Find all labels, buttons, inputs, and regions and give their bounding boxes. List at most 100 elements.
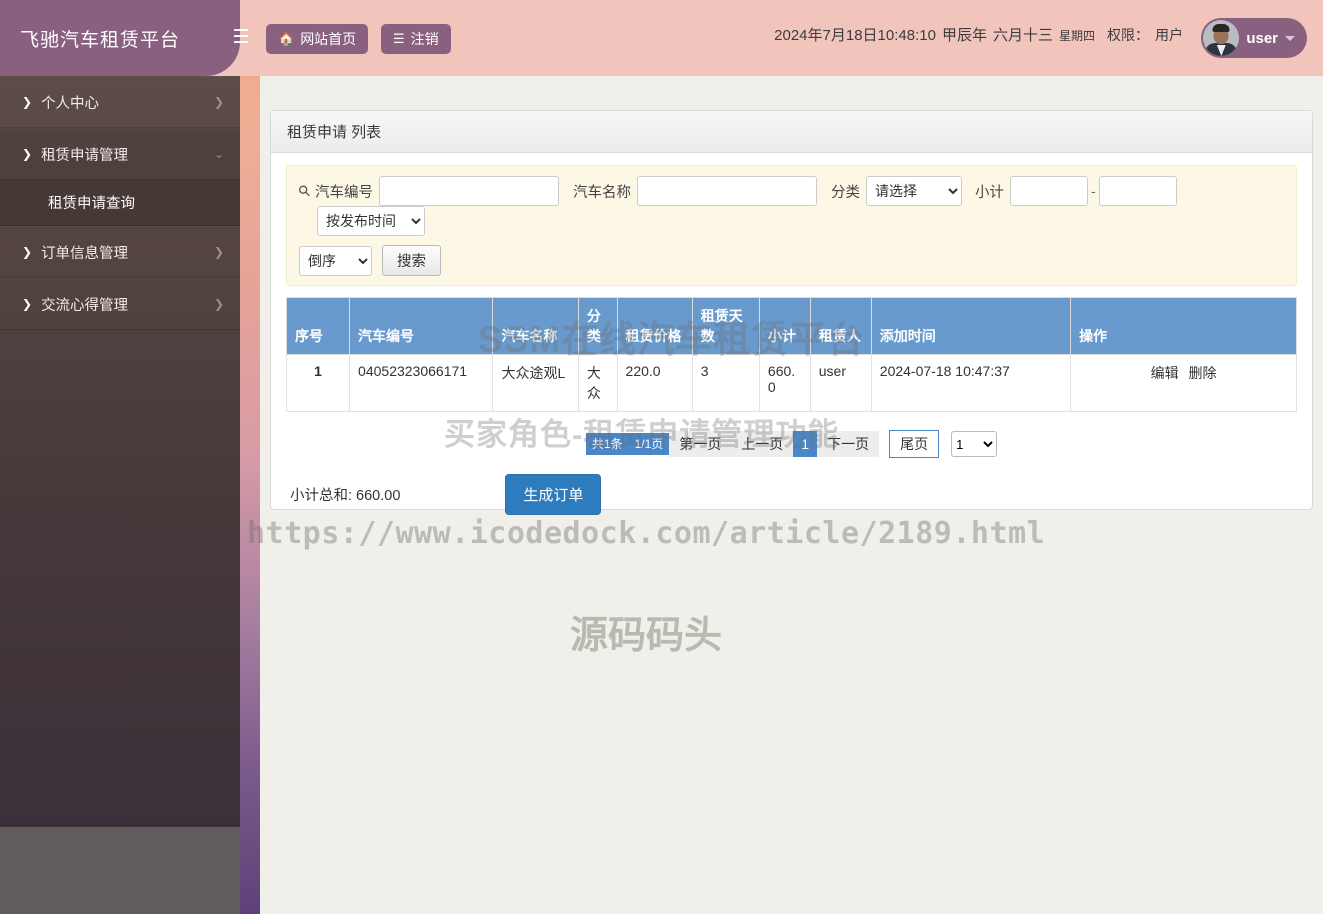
sidebar-item-label: 订单信息管理	[41, 245, 129, 262]
pagination-page-indicator: 1/1页	[628, 433, 670, 455]
home-button-label: 网站首页	[300, 31, 357, 47]
column-header-renter: 租赁人	[809, 297, 872, 355]
top-header-bar: 飞驰汽车租赁平台 ☰ 🏠 网站首页 ☰ 注销 2024年7月18日10:48:1…	[0, 0, 1323, 76]
rental-application-table: 序号 汽车编号 汽车名称 分类 租赁价格 租赁天数 小计 租赁人 添加时间 操作	[285, 297, 1297, 412]
sidebar-footer-block	[0, 827, 240, 914]
header-datetime: 2024年7月18日10:48:10	[774, 27, 936, 44]
edit-link[interactable]: 编辑	[1151, 365, 1179, 381]
pagination-last[interactable]: 尾页	[889, 430, 940, 458]
pagination-next[interactable]: 下一页	[817, 431, 880, 457]
cell-car-no: 04052323066171	[349, 354, 494, 412]
header-role-label: 权限：	[1107, 27, 1149, 43]
cell-category: 大众	[577, 354, 618, 412]
car-no-label: 汽车编号	[315, 184, 373, 201]
cell-price: 220.0	[616, 354, 693, 412]
page-title: 租赁申请 列表	[287, 124, 382, 141]
pagination-prev[interactable]: 上一页	[731, 431, 794, 457]
sort-field-select[interactable]: 按发布时间	[317, 206, 425, 236]
chevron-right-icon: ❯	[22, 95, 33, 109]
subtotal-label: 小计	[975, 184, 1004, 201]
sidebar-item-experience-sharing-management[interactable]: ❯ 交流心得管理 ❯	[0, 278, 240, 330]
home-icon: 🏠	[278, 31, 295, 46]
column-header-category: 分类	[577, 297, 618, 355]
search-button[interactable]: 搜索	[382, 245, 441, 276]
category-label: 分类	[831, 184, 860, 201]
column-header-index: 序号	[285, 297, 351, 355]
cell-car-name: 大众途观L	[492, 354, 579, 412]
cell-index: 1	[285, 354, 351, 412]
subtotal-sum-text: 小计总和: 660.00	[290, 488, 401, 504]
sidebar-subitem-rental-application-query[interactable]: 租赁申请查询	[0, 180, 240, 226]
header-ganzhi-year: 甲辰年	[941, 27, 987, 44]
user-name: user	[1246, 29, 1278, 47]
hamburger-icon[interactable]: ☰	[228, 24, 254, 52]
list-icon: ☰	[393, 31, 405, 46]
search-form-row-1: ⚲ 汽车编号 汽车名称 分类 请选择 小计 - 按发布时间	[295, 176, 1284, 236]
cell-add-time: 2024-07-18 10:47:37	[870, 354, 1072, 412]
cell-renter: user	[809, 354, 872, 412]
panel-header: 租赁申请 列表	[271, 111, 1312, 153]
table-header-row: 序号 汽车编号 汽车名称 分类 租赁价格 租赁天数 小计 租赁人 添加时间 操作	[285, 297, 1297, 355]
column-header-add-time: 添加时间	[870, 297, 1072, 355]
table-row: 1 04052323066171 大众途观L 大众 220.0 3 660.0 …	[285, 354, 1297, 412]
range-separator: -	[1091, 183, 1096, 199]
pagination-first[interactable]: 第一页	[669, 431, 732, 457]
logout-button-label: 注销	[410, 31, 439, 47]
cell-days: 3	[691, 354, 760, 412]
sidebar-item-personal-center[interactable]: ❯ 个人中心 ❯	[0, 76, 240, 128]
delete-link[interactable]: 删除	[1189, 365, 1217, 381]
user-menu[interactable]: user	[1201, 18, 1307, 58]
brand-block: 飞驰汽车租赁平台	[0, 0, 240, 76]
summary-row: 小计总和: 660.00 生成订单	[286, 474, 1297, 531]
sidebar-item-label: 个人中心	[41, 95, 100, 112]
chevron-right-icon: ❯	[22, 297, 33, 311]
car-name-label: 汽车名称	[573, 184, 631, 201]
chevron-right-icon: ❯	[22, 147, 33, 161]
avatar	[1203, 20, 1240, 56]
column-header-operation: 操作	[1070, 297, 1297, 355]
sidebar-item-rental-application-management[interactable]: ❯ 租赁申请管理 ⌄	[0, 128, 240, 180]
logout-button[interactable]: ☰ 注销	[381, 24, 451, 54]
column-header-car-no: 汽车编号	[349, 297, 494, 355]
caret-down-icon	[1285, 35, 1295, 41]
cell-operation: 编辑 删除	[1070, 354, 1297, 412]
column-header-subtotal: 小计	[758, 297, 811, 355]
sidebar-item-label: 交流心得管理	[41, 297, 129, 314]
sidebar: ❯ 个人中心 ❯ ❯ 租赁申请管理 ⌄ 租赁申请查询 ❯ 订单信息管理 ❯ ❯ …	[0, 76, 240, 827]
panel-body: ⚲ 汽车编号 汽车名称 分类 请选择 小计 - 按发布时间 倒序 搜索 序号 汽…	[271, 153, 1312, 531]
pagination: 共1条 1/1页 第一页 上一页 1 下一页 尾页 1	[286, 430, 1297, 458]
category-select[interactable]: 请选择	[866, 176, 962, 206]
header-info: 2024年7月18日10:48:10 甲辰年 六月十三 星期四 权限： 用户	[774, 24, 1183, 54]
sidebar-subitem-label: 租赁申请查询	[48, 196, 135, 212]
header-weekday: 星期四	[1058, 29, 1095, 43]
rental-application-panel: 租赁申请 列表 ⚲ 汽车编号 汽车名称 分类 请选择 小计 - 按发布时间 倒序…	[270, 110, 1313, 515]
column-header-price: 租赁价格	[616, 297, 693, 355]
header-lunar-date: 六月十三	[992, 27, 1053, 44]
sidebar-item-order-information-management[interactable]: ❯ 订单信息管理 ❯	[0, 226, 240, 278]
header-role-value: 用户	[1155, 27, 1183, 43]
column-header-days: 租赁天数	[691, 297, 760, 355]
car-no-input[interactable]	[379, 176, 559, 206]
chevron-down-icon: ⌄	[213, 147, 224, 161]
pagination-current-page[interactable]: 1	[793, 431, 818, 457]
subtotal-max-input[interactable]	[1098, 176, 1177, 206]
sidebar-item-label: 租赁申请管理	[41, 147, 129, 164]
search-form-row-2: 倒序 搜索	[299, 245, 1284, 276]
cell-subtotal: 660.0	[758, 354, 811, 412]
search-form: ⚲ 汽车编号 汽车名称 分类 请选择 小计 - 按发布时间 倒序 搜索	[286, 165, 1297, 286]
generate-order-button[interactable]: 生成订单	[505, 474, 602, 515]
home-button[interactable]: 🏠 网站首页	[266, 24, 369, 54]
chevron-right-icon: ❯	[213, 95, 224, 109]
brand-title: 飞驰汽车租赁平台	[20, 29, 181, 51]
sort-order-select[interactable]: 倒序	[299, 245, 372, 276]
subtotal-min-input[interactable]	[1010, 176, 1088, 206]
pagination-total: 共1条	[585, 433, 629, 455]
column-header-car-name: 汽车名称	[492, 297, 579, 355]
app-root: 飞驰汽车租赁平台 ☰ 🏠 网站首页 ☰ 注销 2024年7月18日10:48:1…	[0, 0, 1323, 914]
chevron-right-icon: ❯	[22, 245, 33, 259]
pagination-jump-select[interactable]: 1	[951, 431, 998, 457]
chevron-right-icon: ❯	[213, 245, 224, 259]
search-icon: ⚲	[294, 181, 315, 202]
chevron-right-icon: ❯	[213, 297, 224, 311]
car-name-input[interactable]	[637, 176, 817, 206]
